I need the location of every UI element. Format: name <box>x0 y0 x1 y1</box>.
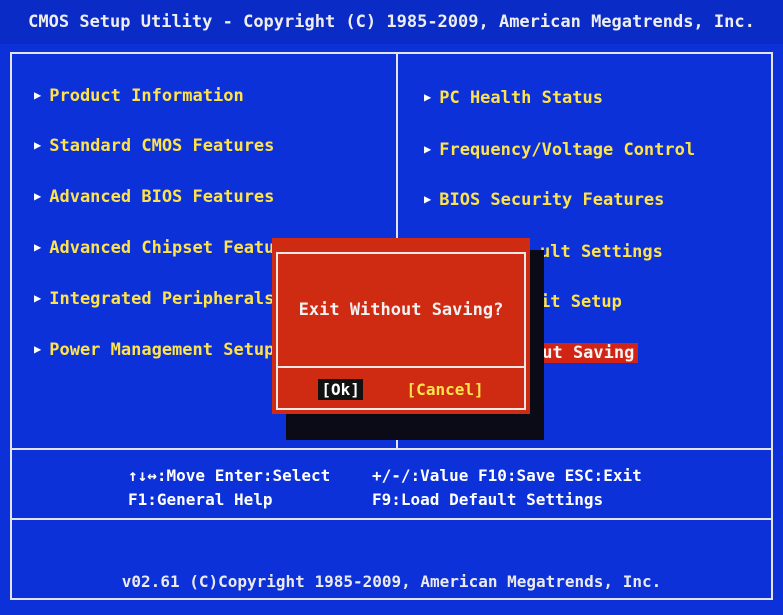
menu-item-pc-health-status[interactable]: ▶ PC Health Status <box>424 88 603 108</box>
menu-item-label: it Setup <box>540 292 622 312</box>
arrow-right-icon: ▶ <box>34 189 42 203</box>
menu-item-save-exit-setup[interactable]: it Setup <box>540 292 622 312</box>
help-top-divider <box>10 448 773 450</box>
menu-item-standard-cmos-features[interactable]: ▶ Standard CMOS Features <box>34 136 274 156</box>
arrow-right-icon: ▶ <box>34 240 42 254</box>
menu-item-label: BIOS Security Features <box>439 190 665 210</box>
arrow-right-icon: ▶ <box>34 88 42 102</box>
arrow-right-icon: ▶ <box>34 342 42 356</box>
dialog-message: Exit Without Saving? <box>298 300 504 320</box>
menu-item-bios-security-features[interactable]: ▶ BIOS Security Features <box>424 190 664 210</box>
help-move-select: ↑↓↔:Move Enter:Select <box>128 466 331 485</box>
dialog-buttons: [Ok] [Cancel] <box>278 379 524 400</box>
frame-bottom <box>10 598 773 600</box>
help-bottom-divider <box>10 518 773 520</box>
menu-item-label: PC Health Status <box>439 88 603 108</box>
menu-item-label: Power Management Setup <box>49 340 275 360</box>
exit-confirm-dialog: Exit Without Saving? [Ok] [Cancel] <box>272 238 530 414</box>
arrow-right-icon: ▶ <box>34 138 42 152</box>
bios-screen: CMOS Setup Utility - Copyright (C) 1985-… <box>0 0 783 615</box>
frame-top <box>10 52 773 54</box>
menu-item-frequency-voltage-control[interactable]: ▶ Frequency/Voltage Control <box>424 140 695 160</box>
help-value-save-exit: +/-/:Value F10:Save ESC:Exit <box>372 466 642 485</box>
menu-item-label: Standard CMOS Features <box>49 136 275 156</box>
menu-item-product-information[interactable]: ▶ Product Information <box>34 86 244 106</box>
cancel-button[interactable]: [Cancel] <box>407 380 484 399</box>
help-load-defaults: F9:Load Default Settings <box>372 490 604 509</box>
menu-item-advanced-bios-features[interactable]: ▶ Advanced BIOS Features <box>34 187 274 207</box>
menu-item-integrated-peripherals[interactable]: ▶ Integrated Peripherals <box>34 289 274 309</box>
menu-item-load-default-settings[interactable]: ult Settings <box>540 242 663 262</box>
menu-item-label: Frequency/Voltage Control <box>439 140 696 160</box>
menu-item-power-management-setup[interactable]: ▶ Power Management Setup <box>34 340 274 360</box>
arrow-right-icon: ▶ <box>424 192 432 206</box>
copyright-footer: v02.61 (C)Copyright 1985-2009, American … <box>121 572 662 591</box>
help-general: F1:General Help <box>128 490 273 509</box>
menu-item-label: Product Information <box>49 86 244 106</box>
ok-button[interactable]: [Ok] <box>318 379 363 400</box>
arrow-right-icon: ▶ <box>424 142 432 156</box>
dialog-border: Exit Without Saving? [Ok] [Cancel] <box>276 252 526 410</box>
menu-item-label: Integrated Peripherals <box>49 289 275 309</box>
window-title: CMOS Setup Utility - Copyright (C) 1985-… <box>28 12 755 32</box>
menu-item-exit-without-saving[interactable]: out Saving <box>528 343 639 363</box>
arrow-right-icon: ▶ <box>34 291 42 305</box>
dialog-divider <box>278 366 524 368</box>
menu-item-label: Advanced Chipset Featu <box>49 238 275 258</box>
menu-item-label: out Saving <box>528 343 639 363</box>
title-bar: CMOS Setup Utility - Copyright (C) 1985-… <box>0 0 783 44</box>
menu-item-label: Advanced BIOS Features <box>49 187 275 207</box>
menu-item-label: ult Settings <box>540 242 663 262</box>
arrow-right-icon: ▶ <box>424 90 432 104</box>
menu-item-advanced-chipset-features[interactable]: ▶ Advanced Chipset Featu <box>34 238 274 258</box>
